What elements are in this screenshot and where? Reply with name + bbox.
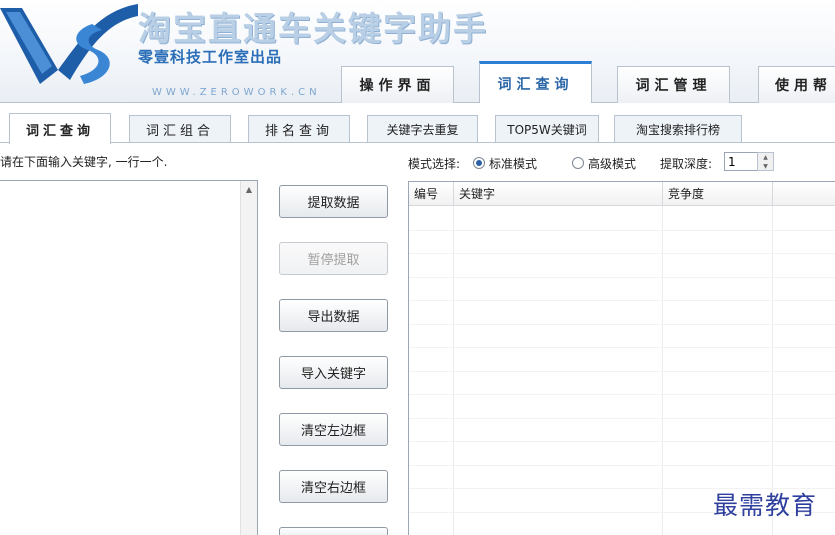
results-grid[interactable]: 编号 关键字 竞争度 [408, 181, 835, 535]
clear-left-button[interactable]: 清空左边框 [279, 413, 388, 446]
subtab-vocabulary-combination[interactable]: 词汇组合 [129, 115, 231, 142]
standard-mode-label[interactable]: 标准模式 [489, 155, 537, 172]
clear-right-button[interactable]: 清空右边框 [279, 470, 388, 503]
column-header-number[interactable]: 编号 [409, 182, 454, 206]
export-data-button[interactable]: 导出数据 [279, 299, 388, 332]
mode-label: 模式选择: [408, 157, 461, 171]
grid-row-line [409, 300, 835, 301]
grid-header: 编号 关键字 竞争度 [409, 182, 835, 206]
grid-row-line [409, 441, 835, 442]
grid-row-line [409, 394, 835, 395]
app-subtitle: 零壹科技工作室出品 [138, 48, 283, 66]
depth-input[interactable] [724, 152, 758, 171]
scroll-up-icon[interactable]: ▲ [241, 181, 257, 197]
subtab-vocabulary-query[interactable]: 词汇查询 [9, 113, 111, 144]
advanced-mode-label[interactable]: 高级模式 [588, 155, 636, 172]
pause-fetch-button[interactable]: 暂停提取 [279, 242, 388, 275]
tab-vocabulary-management[interactable]: 词汇管理 [617, 66, 730, 103]
subtab-ranking-query[interactable]: 排名查询 [248, 115, 350, 142]
standard-mode-radio[interactable] [473, 157, 485, 169]
tab-help[interactable]: 使用帮 [758, 66, 835, 103]
grid-row-line [409, 417, 835, 419]
grid-row-line [409, 464, 835, 466]
grid-row-line [409, 276, 835, 278]
spin-down-icon[interactable]: ▼ [758, 162, 773, 171]
keyword-scrollbar[interactable]: ▲ [240, 181, 257, 535]
partial-button[interactable] [279, 527, 388, 535]
column-header-competition[interactable]: 竞争度 [663, 182, 773, 206]
tab-operation-interface[interactable]: 操作界面 [341, 66, 454, 103]
import-keywords-button[interactable]: 导入关键字 [279, 356, 388, 389]
app-url: WWW.ZEROWORK.CN [152, 87, 321, 98]
column-header-keyword[interactable]: 关键字 [454, 182, 663, 206]
grid-row-line [409, 323, 835, 325]
app-title: 淘宝直通车关键字助手 [138, 9, 488, 48]
sub-tab-bar: 词汇查询 词汇组合 排名查询 关键字去重复 TOP5W关键词 淘宝搜索排行榜 [0, 103, 835, 144]
advanced-mode-radio[interactable] [572, 157, 584, 169]
grid-row-line [409, 347, 835, 348]
grid-row-line [409, 229, 835, 231]
subtab-top5w-keywords[interactable]: TOP5W关键词 [495, 115, 599, 142]
spin-up-icon[interactable]: ▲ [758, 153, 773, 162]
keyword-instruction: 请在下面输入关键字, 一行一个. [0, 155, 168, 169]
keyword-input[interactable] [0, 180, 258, 535]
depth-label: 提取深度: [660, 157, 713, 171]
app-window: 淘宝直通车关键字助手 零壹科技工作室出品 WWW.ZEROWORK.CN 操作界… [0, 0, 835, 535]
logo-icon [0, 4, 138, 84]
subtab-keyword-dedup[interactable]: 关键字去重复 [367, 115, 478, 142]
grid-row-line [409, 370, 835, 372]
tab-vocabulary-query[interactable]: 词汇查询 [479, 61, 592, 104]
watermark: 最需教育 [713, 491, 818, 520]
subtab-taobao-search-ranking[interactable]: 淘宝搜索排行榜 [614, 115, 742, 142]
depth-spinner[interactable]: ▲ ▼ [757, 152, 774, 171]
fetch-data-button[interactable]: 提取数据 [279, 185, 388, 218]
app-header: 淘宝直通车关键字助手 零壹科技工作室出品 WWW.ZEROWORK.CN 操作界… [0, 0, 835, 104]
grid-row-line [409, 253, 835, 254]
